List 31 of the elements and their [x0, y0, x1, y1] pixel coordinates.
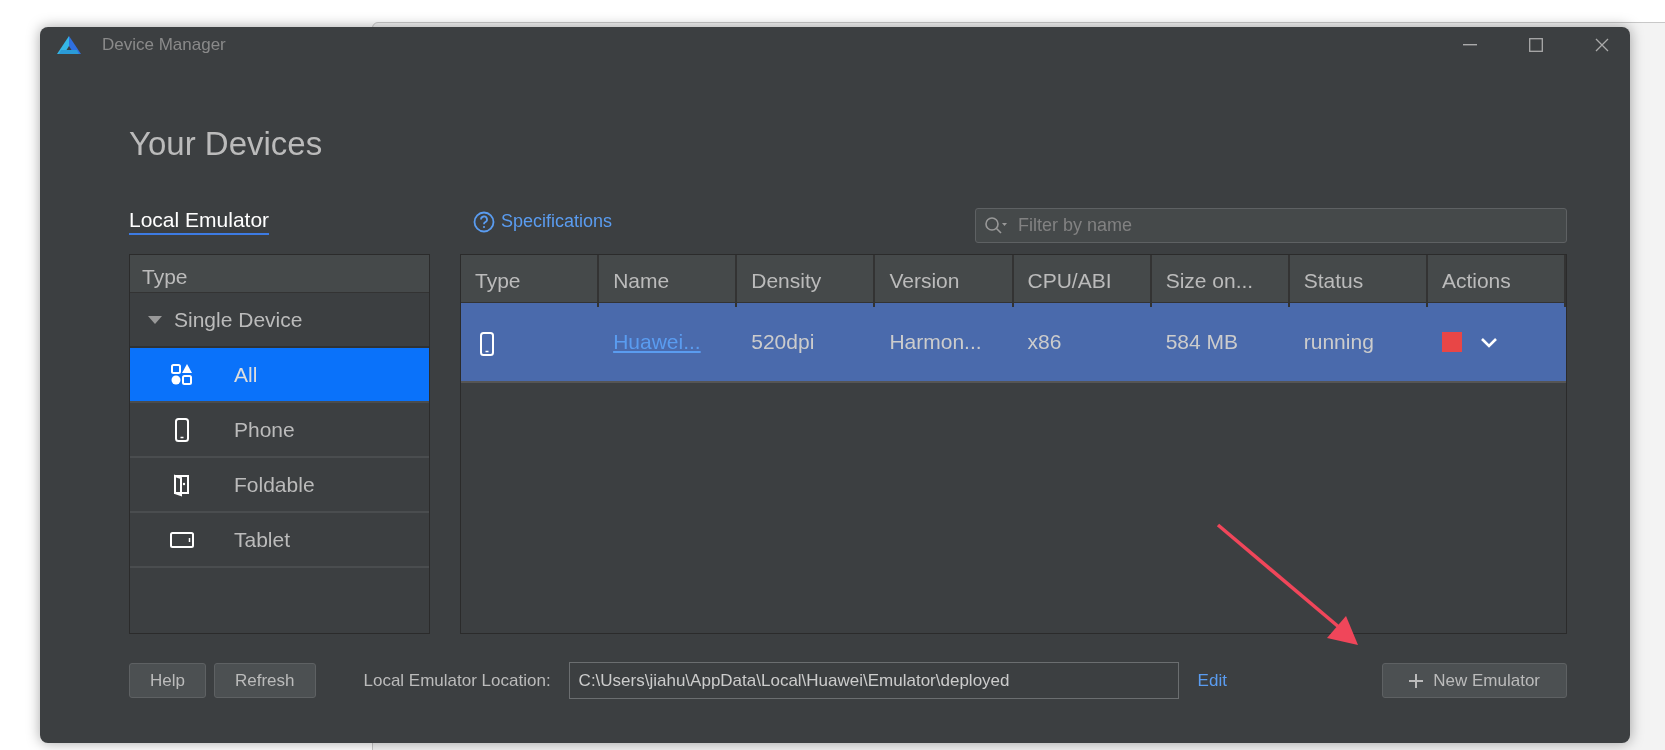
search-icon	[984, 215, 1008, 236]
close-icon[interactable]	[1595, 38, 1609, 52]
chevron-down-icon[interactable]	[1479, 336, 1498, 348]
device-type-item[interactable]: All	[130, 348, 429, 404]
device-row[interactable]: Huawei... 520dpi Harmon... x86 584 MB running	[461, 303, 1566, 384]
edit-link[interactable]: Edit	[1197, 667, 1227, 694]
location-field[interactable]: C:\Users\jiahu\AppData\Local\Huawei\Emulator\deployed	[568, 662, 1179, 700]
caret-icon	[148, 314, 162, 325]
maximize-icon[interactable]	[1529, 38, 1543, 52]
minimize-icon[interactable]	[1463, 44, 1477, 46]
panel-header: Type	[130, 255, 429, 294]
filter-field[interactable]: Filter by name	[975, 208, 1567, 244]
specifications-link[interactable]: Specifications	[473, 208, 613, 236]
table-cell: 520dpi	[751, 330, 815, 354]
footer-button[interactable]: Help	[129, 663, 206, 699]
help-icon	[473, 210, 495, 233]
plus-icon	[1409, 673, 1424, 688]
table-cell: Harmon...	[889, 330, 982, 354]
shapes-icon	[170, 362, 194, 387]
new-emulator-button[interactable]: New Emulator	[1382, 663, 1567, 699]
local-emulator-tab[interactable]: Local Emulator	[129, 208, 270, 236]
footer-button[interactable]: Refresh	[213, 663, 316, 699]
window-title: Device Manager	[102, 34, 226, 57]
filter-input: Filter by name	[1016, 211, 1566, 241]
location-label: Local Emulator Location:	[363, 669, 551, 692]
page-heading: Your Devices	[129, 127, 324, 160]
table-cell: running	[1303, 330, 1374, 354]
table-cell: x86	[1027, 330, 1062, 354]
app-logo-icon	[56, 35, 82, 55]
group-label: Single Device	[174, 306, 303, 333]
table-cell: 584 MB	[1165, 330, 1238, 354]
